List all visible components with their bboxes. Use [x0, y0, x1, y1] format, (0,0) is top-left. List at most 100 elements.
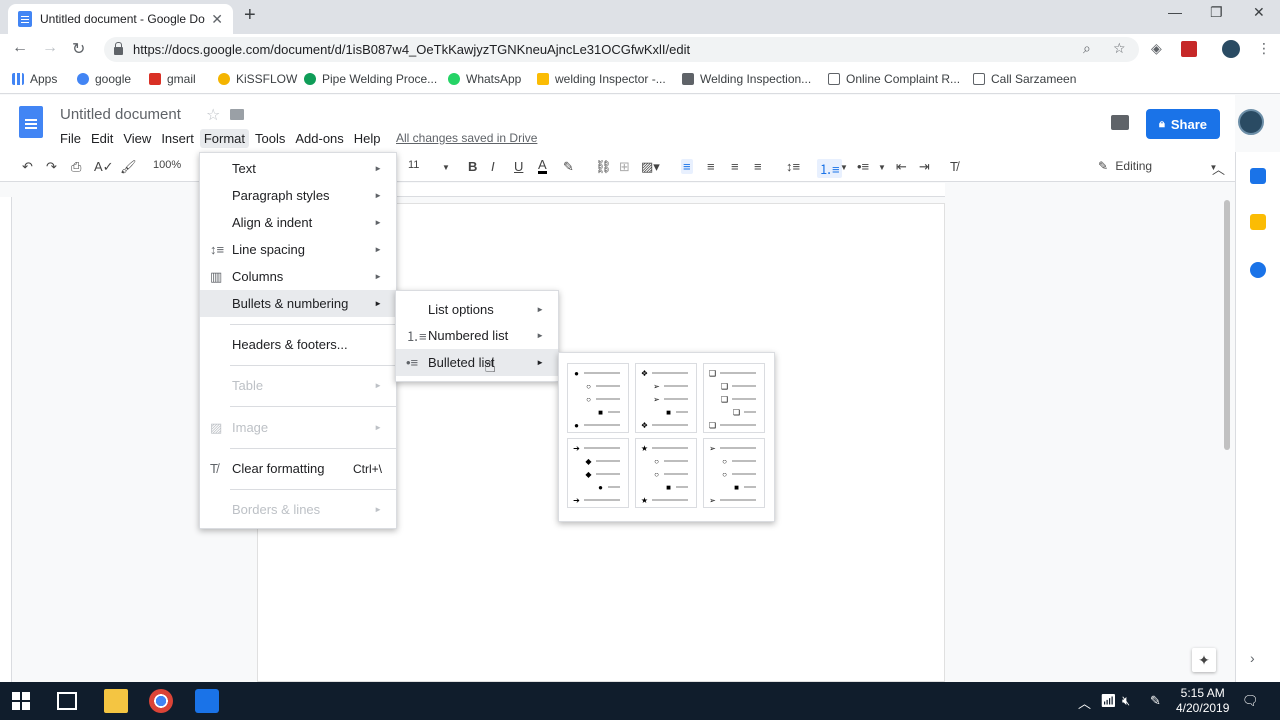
- undo-icon[interactable]: ↶: [22, 159, 33, 175]
- bookmark-apps[interactable]: Apps: [12, 72, 57, 86]
- address-bar[interactable]: https://docs.google.com/document/d/1isB0…: [104, 37, 1139, 62]
- text-color-icon[interactable]: A: [538, 158, 547, 174]
- menu-item-clear-formatting[interactable]: T̸ Clear formatting Ctrl+\: [200, 455, 396, 482]
- system-clock[interactable]: 5:15 AM 4/20/2019: [1176, 686, 1229, 716]
- align-center-icon[interactable]: ≡: [707, 159, 715, 174]
- close-tab-icon[interactable]: ✕: [211, 11, 223, 28]
- notifications-icon[interactable]: 🗨︎: [1242, 693, 1259, 709]
- bulleted-list-dropdown-icon[interactable]: ▼: [878, 163, 886, 172]
- forward-icon[interactable]: →: [42, 39, 58, 57]
- bullet-preset-arrowhead-circle[interactable]: ➢ ○ ○ ■ ➢: [703, 438, 765, 508]
- collapse-toolbar-icon[interactable]: ︿: [1212, 159, 1225, 178]
- numbered-list-dropdown-icon[interactable]: ▼: [840, 163, 848, 172]
- menu-item-image[interactable]: ▨ Image ►: [200, 414, 396, 441]
- bookmark-kissflow[interactable]: KiSSFLOW: [218, 72, 297, 86]
- tasks-icon[interactable]: [1250, 262, 1266, 278]
- document-title[interactable]: Untitled document: [60, 106, 181, 123]
- extension-red-icon[interactable]: [1181, 41, 1197, 57]
- share-button[interactable]: 🔒︎ Share: [1146, 109, 1220, 139]
- minimize-icon[interactable]: —: [1168, 4, 1182, 20]
- menu-item-headers-footers[interactable]: Headers & footers...: [200, 331, 396, 358]
- bookmark-whatsapp[interactable]: WhatsApp: [448, 72, 521, 86]
- bulleted-list-icon[interactable]: •≡: [857, 159, 869, 174]
- move-folder-icon[interactable]: [230, 109, 244, 120]
- menu-help[interactable]: Help: [350, 129, 385, 148]
- decrease-indent-icon[interactable]: ⇤: [896, 159, 907, 175]
- numbered-list-icon[interactable]: ⒈≡: [817, 159, 842, 178]
- expand-panel-icon[interactable]: ›: [1250, 650, 1266, 666]
- bookmark-google[interactable]: google: [77, 72, 131, 86]
- menu-item-table[interactable]: Table ►: [200, 372, 396, 399]
- paint-format-icon[interactable]: 🖌︎: [120, 159, 137, 175]
- menu-file[interactable]: File: [56, 129, 85, 148]
- italic-icon[interactable]: I: [491, 159, 495, 174]
- volume-muted-icon[interactable]: 🔇︎: [1122, 693, 1130, 709]
- menu-insert[interactable]: Insert: [157, 129, 198, 148]
- comment-add-icon[interactable]: ⊞: [619, 159, 630, 175]
- task-view-icon[interactable]: [57, 692, 77, 710]
- bullet-preset-diamond-arrow[interactable]: ❖ ➢ ➢ ■ ❖: [635, 363, 697, 433]
- highlight-icon[interactable]: ✎: [563, 159, 574, 175]
- browser-tab[interactable]: Untitled document - Google Doc ✕: [8, 4, 233, 34]
- account-avatar[interactable]: [1238, 109, 1264, 135]
- align-left-icon[interactable]: ≡: [681, 159, 693, 174]
- comments-icon[interactable]: [1111, 115, 1129, 130]
- more-menu-icon[interactable]: ⋮: [1257, 40, 1271, 57]
- line-spacing-icon[interactable]: ↕≡: [786, 159, 800, 174]
- menu-item-columns[interactable]: ▥ Columns ►: [200, 263, 396, 290]
- calendar-icon[interactable]: [1250, 168, 1266, 184]
- bookmark-call-sarzameen[interactable]: Call Sarzameen: [973, 72, 1076, 86]
- menu-item-list-options[interactable]: List options ►: [396, 296, 558, 323]
- zoom-select[interactable]: 100%: [153, 159, 181, 171]
- vertical-ruler[interactable]: [0, 197, 12, 682]
- menu-item-bullets-numbering[interactable]: Bullets & numbering ►: [200, 290, 396, 317]
- profile-avatar[interactable]: [1222, 40, 1240, 58]
- new-tab-icon[interactable]: +: [244, 4, 256, 27]
- app-icon[interactable]: [195, 689, 219, 713]
- font-size-dropdown-icon[interactable]: ▼: [442, 163, 450, 172]
- bullet-preset-star-circle[interactable]: ★ ○ ○ ■ ★: [635, 438, 697, 508]
- restore-icon[interactable]: ❐: [1210, 4, 1223, 21]
- menu-view[interactable]: View: [119, 129, 155, 148]
- tray-chevron-icon[interactable]: ︿: [1078, 693, 1091, 712]
- pen-icon[interactable]: ✎: [1150, 693, 1161, 709]
- wifi-icon[interactable]: 📶︎: [1100, 693, 1117, 709]
- bookmark-online-complaint[interactable]: Online Complaint R...: [828, 72, 960, 86]
- keep-icon[interactable]: [1250, 214, 1266, 230]
- bullet-preset-arrow-diamond[interactable]: ➔ ◆ ◆ ● ➔: [567, 438, 629, 508]
- image-insert-icon[interactable]: ▨▾: [641, 159, 660, 175]
- extension-icon[interactable]: ◈: [1151, 40, 1162, 57]
- menu-item-align-indent[interactable]: Align & indent ►: [200, 209, 396, 236]
- chrome-icon[interactable]: [149, 689, 173, 713]
- menu-format[interactable]: Format: [199, 129, 249, 148]
- clear-formatting-icon[interactable]: T̸: [950, 159, 958, 174]
- font-size-field[interactable]: 11: [408, 159, 419, 171]
- bold-icon[interactable]: B: [468, 159, 477, 174]
- docs-logo-icon[interactable]: [19, 106, 43, 138]
- link-icon[interactable]: ⛓︎: [595, 159, 612, 175]
- explore-icon[interactable]: ✦: [1192, 648, 1216, 672]
- back-icon[interactable]: ←: [12, 39, 28, 57]
- bookmark-gmail[interactable]: gmail: [149, 72, 196, 86]
- menu-tools[interactable]: Tools: [251, 129, 289, 148]
- increase-indent-icon[interactable]: ⇥: [919, 159, 930, 175]
- spellcheck-icon[interactable]: A✓: [94, 159, 114, 175]
- redo-icon[interactable]: ↷: [46, 159, 57, 175]
- bookmark-pipe-welding[interactable]: Pipe Welding Proce...: [304, 72, 437, 86]
- menu-item-line-spacing[interactable]: ↕≡ Line spacing ►: [200, 236, 396, 263]
- bullet-preset-hollow-square[interactable]: ❑ ❑ ❑ ❏ ❏: [703, 363, 765, 433]
- menu-item-numbered-list[interactable]: ⒈≡ Numbered list ►: [396, 322, 558, 349]
- reload-icon[interactable]: ↻: [72, 39, 85, 59]
- windows-start-icon[interactable]: [12, 692, 30, 710]
- menu-item-borders-lines[interactable]: Borders & lines ►: [200, 496, 396, 523]
- print-icon[interactable]: ⎙: [71, 159, 81, 175]
- underline-icon[interactable]: U: [514, 159, 523, 174]
- bookmark-welding-inspector[interactable]: welding Inspector -...: [537, 72, 666, 86]
- menu-item-text[interactable]: Text ►: [200, 155, 396, 182]
- scrollbar[interactable]: [1224, 200, 1230, 450]
- menu-item-paragraph-styles[interactable]: Paragraph styles ►: [200, 182, 396, 209]
- star-icon[interactable]: ☆: [206, 105, 220, 125]
- align-justify-icon[interactable]: ≡: [754, 159, 762, 174]
- bookmark-star-icon[interactable]: ☆: [1113, 40, 1126, 57]
- file-explorer-icon[interactable]: [104, 689, 128, 713]
